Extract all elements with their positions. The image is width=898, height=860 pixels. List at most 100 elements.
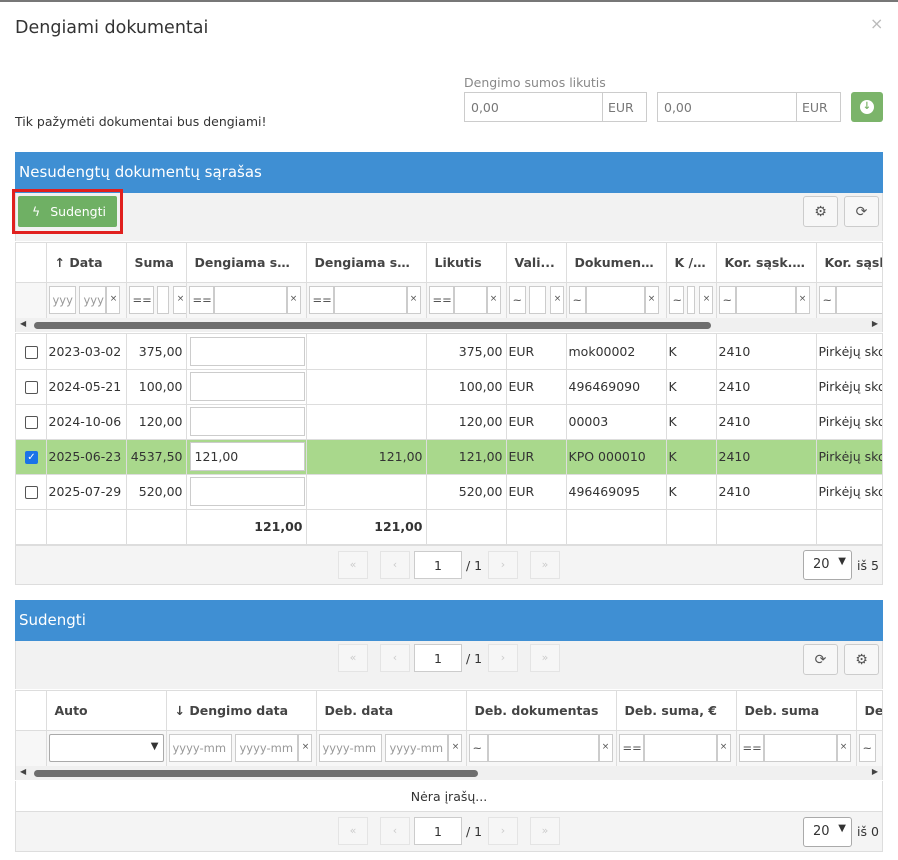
table-row[interactable]: ✓ 2025-06-23 4537,50 121,00 121,00 121,00 EUR K… bbox=[16, 439, 882, 475]
refresh-button[interactable]: ⟳ bbox=[844, 196, 879, 227]
operator-select[interactable]: == bbox=[428, 286, 454, 314]
next-page-button[interactable]: › bbox=[488, 644, 518, 672]
payment-amount-input[interactable] bbox=[189, 477, 305, 506]
clear-icon[interactable]: × bbox=[298, 734, 313, 762]
operator-select[interactable]: ~ bbox=[508, 286, 526, 314]
scroll-right-icon[interactable]: ▶ bbox=[872, 767, 878, 776]
clear-icon[interactable]: × bbox=[644, 286, 659, 314]
date-from-input[interactable]: yyyy-mm bbox=[318, 734, 382, 762]
clear-icon[interactable]: × bbox=[795, 286, 810, 314]
last-page-button[interactable]: » bbox=[530, 551, 560, 579]
document-filter-input[interactable] bbox=[487, 734, 599, 762]
settings-button[interactable]: ⚙ bbox=[844, 644, 879, 675]
column-header-auto[interactable]: Auto bbox=[46, 691, 167, 731]
operator-select[interactable]: ~ bbox=[468, 734, 488, 762]
column-header-debit-date[interactable]: Deb. data bbox=[316, 691, 467, 731]
clear-icon[interactable]: × bbox=[716, 734, 731, 762]
remaining-amount-field-2[interactable]: 0,00 EUR bbox=[657, 92, 841, 122]
payment-amount-input[interactable] bbox=[189, 336, 305, 366]
scrollbar-thumb[interactable] bbox=[34, 322, 711, 329]
page-size-select[interactable]: 20 ▼ bbox=[803, 817, 852, 847]
column-header-account[interactable]: Kor. sąsk. ... bbox=[716, 243, 817, 283]
table-row[interactable]: 2024-10-06 120,00 120,00 EUR 00003 K 2410 Pirkė… bbox=[16, 404, 882, 440]
table-row[interactable]: 2024-05-21 100,00 100,00 EUR 496469090 K 2410 P… bbox=[16, 369, 882, 405]
first-page-button[interactable]: « bbox=[338, 551, 368, 579]
remaining-amount-value-2[interactable]: 0,00 bbox=[658, 93, 796, 121]
close-icon[interactable]: × bbox=[870, 14, 883, 33]
clear-icon[interactable]: × bbox=[448, 734, 463, 762]
clear-icon[interactable]: × bbox=[406, 286, 421, 314]
payment-amount-input[interactable] bbox=[189, 407, 305, 436]
column-header-sum[interactable]: Suma bbox=[126, 243, 187, 283]
account-filter-input[interactable] bbox=[735, 286, 796, 314]
row-checkbox[interactable] bbox=[25, 416, 38, 429]
account-name-filter-input[interactable] bbox=[835, 286, 882, 314]
next-page-button[interactable]: › bbox=[488, 817, 518, 845]
operator-select[interactable]: ~ bbox=[858, 734, 876, 762]
column-header-remaining[interactable]: Likutis bbox=[426, 243, 507, 283]
operator-select[interactable]: == bbox=[128, 286, 154, 314]
clear-icon[interactable]: × bbox=[173, 286, 185, 314]
clear-icon[interactable]: × bbox=[106, 286, 121, 314]
column-header-payment-1[interactable]: Dengiama su... bbox=[186, 243, 307, 283]
settings-button[interactable]: ⚙ bbox=[803, 196, 838, 227]
refresh-button[interactable]: ⟳ bbox=[803, 644, 838, 675]
horizontal-scrollbar[interactable]: ◀ ▶ bbox=[15, 766, 883, 780]
document-filter-input[interactable] bbox=[585, 286, 645, 314]
first-page-button[interactable]: « bbox=[338, 817, 368, 845]
scroll-left-icon[interactable]: ◀ bbox=[20, 319, 26, 328]
last-page-button[interactable]: » bbox=[530, 644, 560, 672]
remaining-amount-field[interactable]: 0,00 EUR bbox=[464, 92, 647, 122]
clear-icon[interactable]: × bbox=[486, 286, 501, 314]
last-page-button[interactable]: » bbox=[530, 817, 560, 845]
sum-filter-input[interactable] bbox=[157, 286, 170, 314]
remaining-filter-input[interactable] bbox=[453, 286, 487, 314]
scroll-left-icon[interactable]: ◀ bbox=[20, 767, 26, 776]
download-button[interactable]: ↓ bbox=[851, 92, 883, 122]
column-header-date[interactable]: ↑ Data bbox=[46, 243, 127, 283]
auto-filter-select[interactable]: ▼ bbox=[48, 734, 164, 762]
next-page-button[interactable]: › bbox=[488, 551, 518, 579]
date-to-input[interactable]: yyyy-mm bbox=[235, 734, 299, 762]
row-checkbox[interactable] bbox=[25, 486, 38, 499]
payment2-filter-input[interactable] bbox=[333, 286, 407, 314]
prev-page-button[interactable]: ‹ bbox=[380, 817, 410, 845]
column-header-document[interactable]: Dokument... bbox=[566, 243, 667, 283]
clear-icon[interactable]: × bbox=[699, 286, 714, 314]
operator-select[interactable]: == bbox=[738, 734, 764, 762]
date-to-input[interactable]: yyyy-mm bbox=[385, 734, 449, 762]
payment1-filter-input[interactable] bbox=[213, 286, 287, 314]
kd-filter-input[interactable] bbox=[687, 286, 696, 314]
operator-select[interactable]: ~ bbox=[568, 286, 586, 314]
operator-select[interactable]: ~ bbox=[718, 286, 736, 314]
prev-page-button[interactable]: ‹ bbox=[380, 644, 410, 672]
sum-eur-filter-input[interactable] bbox=[643, 734, 717, 762]
remaining-amount-value[interactable]: 0,00 bbox=[465, 93, 602, 121]
column-header-currency[interactable]: Vali... bbox=[506, 243, 567, 283]
page-input[interactable]: 1 bbox=[414, 817, 462, 845]
page-size-select[interactable]: 20 ▼ bbox=[803, 550, 852, 580]
table-row[interactable]: 2025-07-29 520,00 520,00 EUR 496469095 K 2410 P… bbox=[16, 474, 882, 510]
operator-select[interactable]: == bbox=[308, 286, 334, 314]
payment-amount-input[interactable]: 121,00 bbox=[189, 442, 305, 471]
operator-select[interactable]: == bbox=[188, 286, 214, 314]
column-header-debit-document[interactable]: Deb. dokumentas bbox=[466, 691, 617, 731]
payment-amount-input[interactable] bbox=[189, 372, 305, 401]
column-header-offset-date[interactable]: ↓ Dengimo data bbox=[166, 691, 317, 731]
column-header-account-name[interactable]: Kor. sąsk bbox=[816, 243, 882, 283]
clear-icon[interactable]: × bbox=[550, 286, 565, 314]
operator-select[interactable]: ~ bbox=[668, 286, 684, 314]
operator-select[interactable]: ~ bbox=[818, 286, 836, 314]
table-row[interactable]: 2023-03-02 375,00 375,00 EUR mok00002 K 2410 Pi… bbox=[16, 334, 882, 370]
clear-icon[interactable]: × bbox=[286, 286, 301, 314]
offset-button[interactable]: ϟ Sudengti bbox=[18, 196, 117, 227]
page-input[interactable]: 1 bbox=[414, 644, 462, 672]
operator-select[interactable]: == bbox=[618, 734, 644, 762]
scrollbar-thumb[interactable] bbox=[34, 770, 478, 777]
horizontal-scrollbar[interactable]: ◀ ▶ bbox=[15, 318, 883, 332]
prev-page-button[interactable]: ‹ bbox=[380, 551, 410, 579]
row-checkbox[interactable] bbox=[25, 381, 38, 394]
currency-filter-input[interactable] bbox=[529, 286, 547, 314]
date-from-input[interactable]: yyy bbox=[48, 286, 76, 314]
column-header-kd[interactable]: K / D bbox=[666, 243, 717, 283]
